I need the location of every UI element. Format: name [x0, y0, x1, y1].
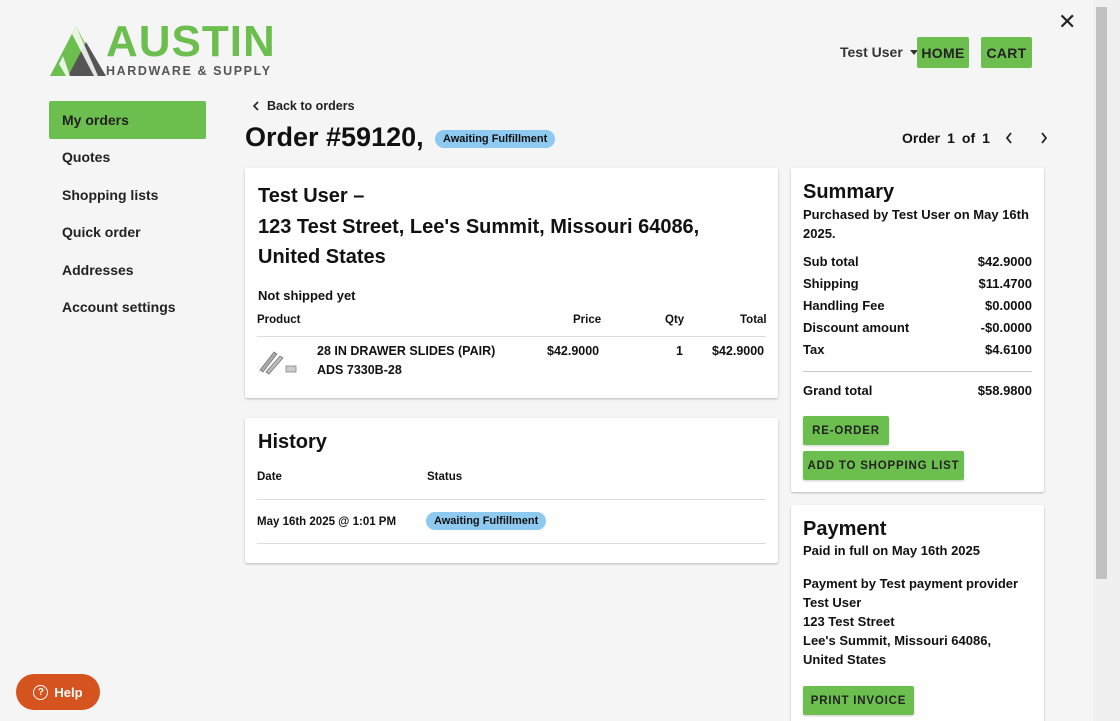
- drawer-slide-image-icon: [259, 351, 297, 375]
- summary-line-shipping: Shipping $11.4700: [803, 276, 1032, 291]
- history-title: History: [258, 431, 327, 453]
- product-price: $42.9000: [547, 344, 600, 358]
- product-sku: ADS 7330B-28: [317, 363, 402, 377]
- subtotal-value: $42.9000: [977, 254, 1032, 269]
- back-to-orders-label: Back to orders: [267, 99, 355, 113]
- pager-current: 1: [947, 130, 955, 146]
- payment-provider: Payment by Test payment provider: [803, 576, 1019, 591]
- payment-title: Payment: [803, 518, 887, 540]
- product-name[interactable]: 28 IN DRAWER SLIDES (PAIR): [317, 342, 495, 361]
- shipping-label: Shipping: [803, 276, 859, 291]
- paid-status: Paid in full on May 16th 2025: [803, 543, 980, 558]
- shipping-address: Test User – 123 Test Street, Lee's Summi…: [258, 181, 758, 273]
- pager-total: 1: [982, 130, 990, 146]
- summary-line-discount: Discount amount -$0.0000: [803, 320, 1032, 335]
- handling-label: Handling Fee: [803, 298, 885, 313]
- add-to-shopping-list-button[interactable]: ADD TO SHOPPING LIST: [803, 451, 964, 480]
- scrollbar-thumb[interactable]: [1096, 7, 1107, 579]
- history-status-badge: Awaiting Fulfillment: [426, 512, 547, 530]
- sidebar-item-my-orders[interactable]: My orders: [49, 101, 206, 139]
- divider: [803, 371, 1032, 372]
- col-product: Product: [257, 314, 301, 326]
- grand-total-label: Grand total: [803, 383, 873, 398]
- back-to-orders-link[interactable]: Back to orders: [252, 99, 355, 113]
- col-price: Price: [573, 314, 602, 326]
- summary-grand-total: Grand total $58.9800: [803, 383, 1032, 398]
- product-qty: 1: [676, 344, 683, 358]
- chevron-left-icon: [252, 101, 259, 111]
- reorder-button[interactable]: RE-ORDER: [803, 416, 889, 445]
- sidebar-item-quick-order[interactable]: Quick order: [49, 213, 206, 251]
- home-button[interactable]: HOME: [917, 37, 969, 68]
- col-status: Status: [427, 471, 463, 483]
- divider: [257, 336, 766, 337]
- shipping-street: 123 Test Street, Lee's Summit, Missouri …: [258, 215, 700, 269]
- help-button[interactable]: ? Help: [16, 674, 100, 710]
- austin-mountain-logo-icon: [50, 26, 106, 76]
- sidebar-item-quotes[interactable]: Quotes: [49, 138, 206, 176]
- order-status-badge: Awaiting Fulfillment: [435, 130, 556, 148]
- user-name: Test User: [840, 44, 903, 60]
- close-icon[interactable]: ✕: [1058, 9, 1076, 35]
- subtotal-label: Sub total: [803, 254, 859, 269]
- product-thumbnail[interactable]: [258, 348, 298, 381]
- col-qty: Qty: [665, 314, 685, 326]
- question-icon: ?: [33, 684, 49, 700]
- pager-of: of: [961, 130, 976, 146]
- col-date: Date: [257, 471, 282, 483]
- payment-street: 123 Test Street: [803, 614, 895, 629]
- summary-line-subtotal: Sub total $42.9000: [803, 254, 1032, 269]
- summary-line-tax: Tax $4.6100: [803, 342, 1032, 357]
- shipping-name: Test User –: [258, 185, 365, 207]
- brand-tagline: HARDWARE & SUPPLY: [106, 64, 272, 78]
- tax-value: $4.6100: [985, 342, 1032, 357]
- product-total: $42.9000: [712, 344, 765, 358]
- discount-value: -$0.0000: [980, 320, 1032, 335]
- divider: [257, 543, 766, 544]
- summary-line-handling: Handling Fee $0.0000: [803, 298, 1032, 313]
- user-menu[interactable]: Test User: [840, 44, 918, 60]
- sidebar-item-addresses[interactable]: Addresses: [49, 251, 206, 289]
- ship-status: Not shipped yet: [258, 288, 356, 303]
- handling-value: $0.0000: [985, 298, 1032, 313]
- sidebar-item-account-settings[interactable]: Account settings: [49, 288, 206, 326]
- payment-details: Payment by Test payment provider Test Us…: [803, 574, 1035, 669]
- cart-button[interactable]: CART: [981, 37, 1032, 68]
- brand-name: AUSTIN: [106, 17, 276, 66]
- divider: [257, 499, 766, 500]
- grand-total-value: $58.9800: [977, 383, 1032, 398]
- shipping-value: $11.4700: [978, 276, 1032, 291]
- chevron-left-icon[interactable]: [1005, 132, 1013, 144]
- payment-name: Test User: [803, 595, 862, 610]
- discount-label: Discount amount: [803, 320, 910, 335]
- payment-city: Lee's Summit, Missouri 64086, United Sta…: [803, 633, 992, 667]
- pager-label: Order: [902, 130, 941, 146]
- order-title: Order #59120,: [245, 122, 424, 152]
- history-date: May 16th 2025 @ 1:01 PM: [257, 516, 397, 528]
- sidebar-item-shopping-lists[interactable]: Shopping lists: [49, 176, 206, 214]
- chevron-right-icon[interactable]: [1040, 132, 1048, 144]
- col-total: Total: [740, 314, 767, 326]
- tax-label: Tax: [803, 342, 825, 357]
- help-label: Help: [54, 684, 83, 700]
- print-invoice-button[interactable]: PRINT INVOICE: [803, 686, 914, 715]
- austin-logo[interactable]: AUSTIN HARDWARE & SUPPLY: [50, 20, 290, 78]
- purchased-by: Purchased by Test User on May 16th 2025.: [803, 207, 1029, 241]
- table-row: 28 IN DRAWER SLIDES (PAIR) ADS 7330B-28: [317, 342, 495, 380]
- order-pager: Order 1 of 1: [902, 130, 1048, 146]
- summary-title: Summary: [803, 181, 895, 203]
